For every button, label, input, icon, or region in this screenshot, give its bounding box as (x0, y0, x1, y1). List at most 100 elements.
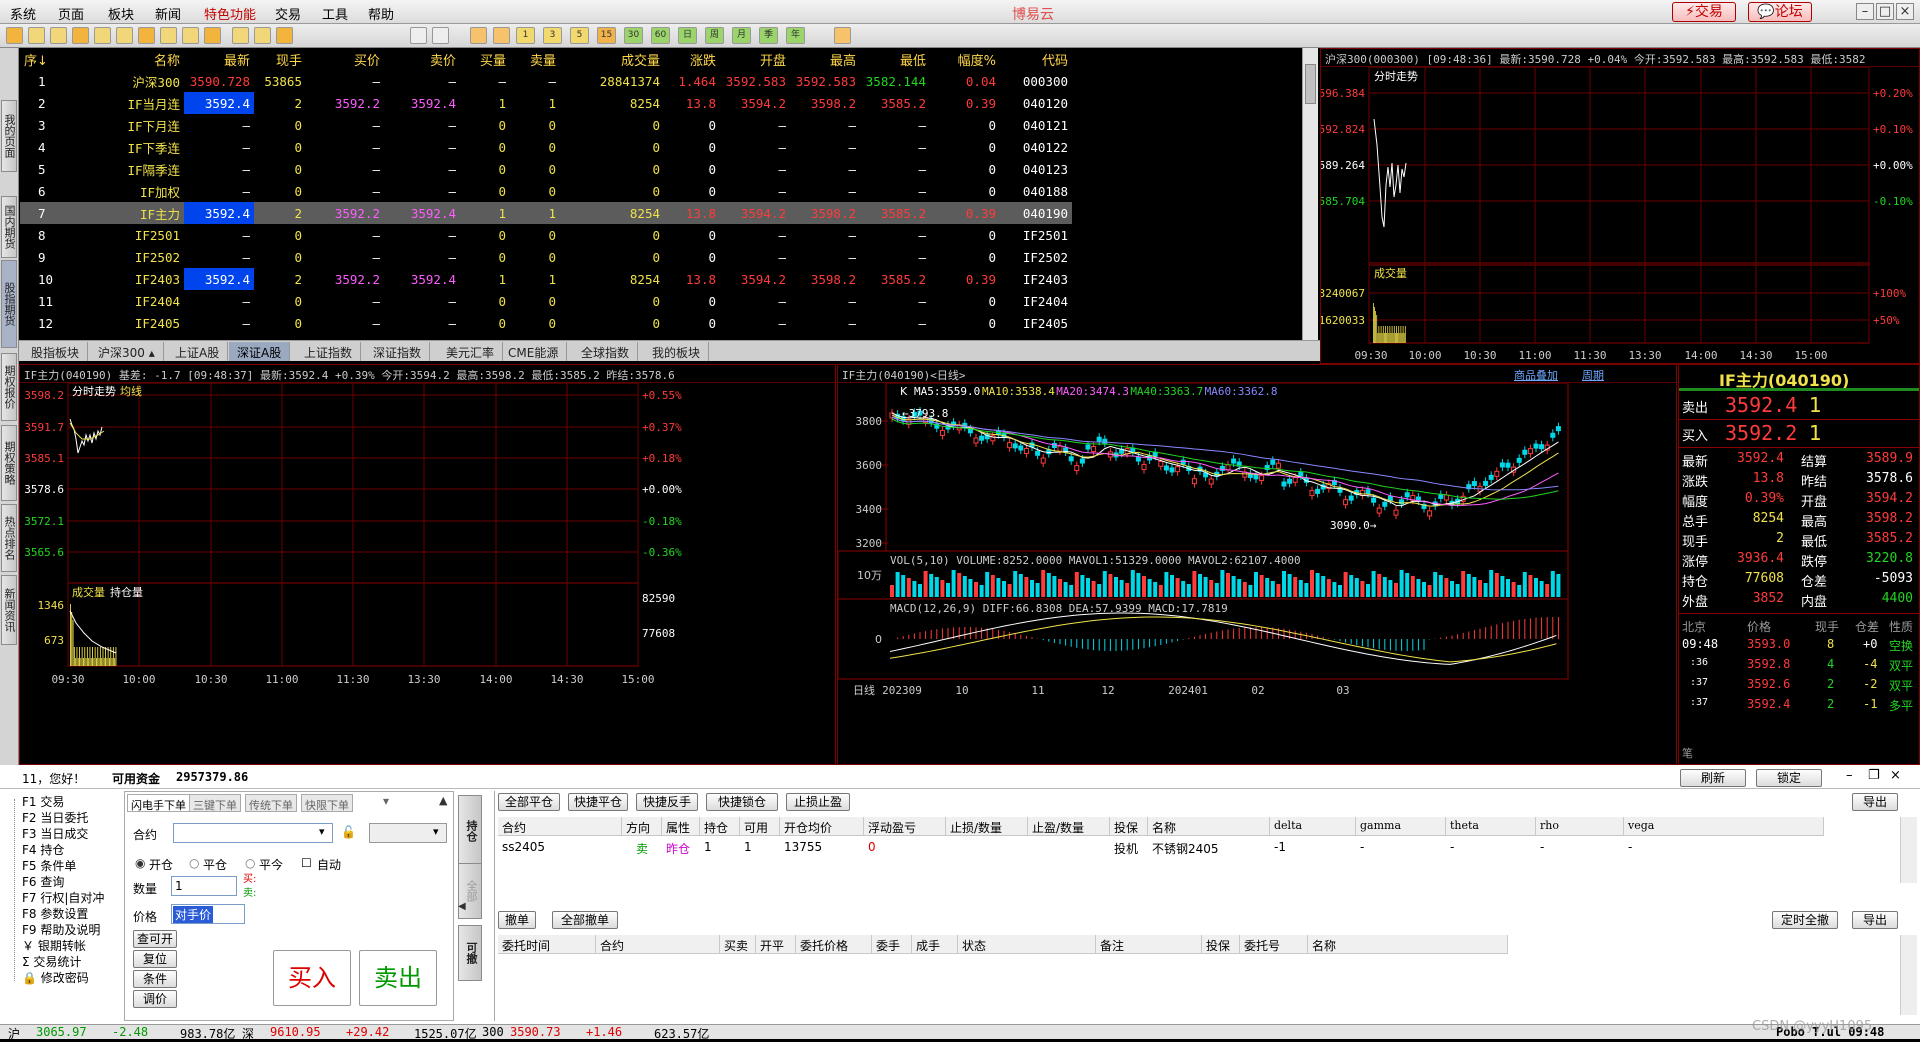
sell-price[interactable]: 3592.4 (1725, 393, 1797, 417)
menu-system[interactable]: 系统 (10, 4, 36, 23)
quote-row[interactable]: 8 IF2501 — 0 — — 0 0 0 0 — — — 0 IF2501 (20, 224, 1072, 246)
book-icon[interactable] (50, 27, 67, 44)
close-radio[interactable]: ○ (189, 856, 199, 870)
function-menu-item[interactable]: 🔒 修改密码 (22, 969, 89, 986)
col-header[interactable]: 序↓ (20, 48, 62, 70)
period-4-button[interactable]: 30 (624, 27, 643, 44)
pos-cell[interactable]: 投机 (1114, 840, 1138, 857)
export-button[interactable]: 导出 (1852, 793, 1898, 811)
left-tab-4[interactable]: 期权策略 (1, 425, 17, 501)
pos-col-header[interactable]: 名称 (1148, 817, 1270, 836)
order-col-header[interactable]: 委托价格 (796, 935, 872, 954)
order-col-header[interactable]: 名称 (1308, 935, 1508, 954)
pos-col-header[interactable]: 止损/数量 (946, 817, 1028, 836)
side-tab-2[interactable]: 可撤 (458, 925, 482, 981)
pos-scrollbar[interactable] (1900, 817, 1917, 883)
function-menu-item[interactable]: F2 当日委托 (22, 809, 88, 826)
pos-cell[interactable]: 卖 (636, 840, 648, 857)
sell-button[interactable]: 卖出 (359, 950, 437, 1006)
col-header[interactable]: 买价 (306, 48, 384, 70)
col-header[interactable]: 代码 (1000, 48, 1072, 70)
menu-news[interactable]: 新闻 (155, 4, 181, 23)
col-header[interactable]: 最低 (860, 48, 930, 70)
function-menu-item[interactable]: F8 参数设置 (22, 905, 88, 922)
col-header[interactable]: 最新 (184, 48, 254, 70)
minimize-icon[interactable]: – (1856, 3, 1874, 20)
function-menu-item[interactable]: F1 交易 (22, 793, 64, 810)
maximize-icon[interactable]: □ (1876, 3, 1894, 20)
sector-tab-5[interactable]: 深证指数 (365, 342, 431, 361)
chart-view-icon[interactable] (432, 27, 449, 44)
adj-button[interactable]: 调价 (133, 990, 177, 1008)
menu-help[interactable]: 帮助 (368, 4, 394, 23)
side-tab-0[interactable]: 持仓 (458, 795, 482, 867)
back-icon[interactable] (6, 27, 23, 44)
menu-tools[interactable]: 工具 (322, 4, 348, 23)
chevron-down-icon[interactable]: ▾ (319, 825, 325, 838)
left-tab-0[interactable]: 我的页面 (1, 100, 17, 172)
pos-col-header[interactable]: 持仓 (700, 817, 740, 836)
pen-icon[interactable] (160, 27, 177, 44)
pos-cell[interactable]: 昨仓 (666, 840, 690, 857)
day-icon[interactable] (493, 27, 510, 44)
sector-tab-6[interactable]: 美元汇率 (438, 342, 504, 361)
quote-row[interactable]: 10 IF2403 3592.4 2 3592.2 3592.4 1 1 8254 13.8 359… (20, 268, 1072, 290)
buy-button[interactable]: 买入 (273, 950, 351, 1006)
pos-cell[interactable]: 13755 (784, 840, 822, 854)
order-tab[interactable]: 三键下单 (189, 794, 241, 812)
pos-col-header[interactable]: 可用 (740, 817, 780, 836)
pos-col-header[interactable]: 属性 (662, 817, 700, 836)
order-col-header[interactable]: 投保 (1202, 935, 1240, 954)
refresh-button[interactable]: 刷新 (1680, 769, 1746, 787)
function-menu-item[interactable]: F9 帮助及说明 (22, 921, 100, 938)
home-icon[interactable] (28, 27, 45, 44)
close-icon[interactable]: × (1896, 3, 1914, 20)
quote-row[interactable]: 7 IF主力 3592.4 2 3592.2 3592.4 1 1 8254 13.8 3594.2… (20, 202, 1072, 224)
order-col-header[interactable]: 备注 (1096, 935, 1202, 954)
closetoday-radio[interactable]: ○ (245, 856, 255, 870)
reset-button[interactable]: 复位 (133, 950, 177, 968)
pos-cell[interactable]: - (1628, 840, 1632, 854)
col-header[interactable]: 卖价 (384, 48, 460, 70)
pos-col-header[interactable]: theta (1446, 817, 1536, 836)
menu-trade[interactable]: 交易 (275, 4, 301, 23)
period-6-button[interactable]: 日 (678, 27, 697, 44)
order-col-header[interactable]: 委托号 (1240, 935, 1308, 954)
minimize-icon[interactable]: – (1846, 768, 1853, 783)
quote-row[interactable]: 11 IF2404 — 0 — — 0 0 0 0 — — — 0 IF2404 (20, 290, 1072, 312)
left-tab-6[interactable]: 新闻资讯 (1, 575, 17, 645)
forum-top-button[interactable]: 💬论坛 (1748, 2, 1812, 22)
function-menu-item[interactable]: F6 查询 (22, 873, 64, 890)
news-icon[interactable] (94, 27, 111, 44)
pos-cell[interactable]: - (1540, 840, 1544, 854)
filter-icon[interactable] (204, 27, 221, 44)
auto-checkbox[interactable]: ☐ (301, 856, 312, 870)
overlay-link[interactable]: 商品叠加 (1514, 367, 1558, 383)
period-1-button[interactable]: 3 (543, 27, 562, 44)
order-col-header[interactable]: 成手 (912, 935, 958, 954)
order-tab[interactable]: 传统下单 (245, 794, 297, 812)
list-icon[interactable] (254, 27, 271, 44)
left-tab-5[interactable]: 热点排名 (1, 504, 17, 572)
col-header[interactable]: 涨跌 (664, 48, 720, 70)
order-col-header[interactable]: 委托时间 (498, 935, 596, 954)
contract-select[interactable] (173, 823, 333, 843)
quote-row[interactable]: 12 IF2405 — 0 — — 0 0 0 0 — — — 0 IF2405 (20, 312, 1072, 334)
pos-col-header[interactable]: 方向 (622, 817, 662, 836)
order-tab[interactable]: 快限下单 (301, 794, 353, 812)
quote-row[interactable]: 1 沪深300 3590.728 53865 — — — — 28841374 1.464 3592… (20, 70, 1072, 92)
order-col-header[interactable]: 状态 (958, 935, 1096, 954)
period-8-button[interactable]: 月 (732, 27, 751, 44)
table-view-icon[interactable] (410, 27, 427, 44)
bell-icon[interactable] (182, 27, 199, 44)
quote-row[interactable]: 2 IF当月连 3592.4 2 3592.2 3592.4 1 1 8254 13.8 3594.… (20, 92, 1072, 114)
pos-cell[interactable]: -1 (1274, 840, 1286, 854)
pos-col-header[interactable]: vega (1624, 817, 1824, 836)
menu-sector[interactable]: 板块 (108, 4, 134, 23)
buy-price[interactable]: 3592.2 (1725, 421, 1797, 445)
pos-col-header[interactable]: rho (1536, 817, 1624, 836)
pos-cell[interactable]: 0 (868, 840, 876, 854)
sector-tab-9[interactable]: 我的板块 (644, 342, 710, 361)
pos-cell[interactable]: 1 (704, 840, 712, 854)
quote-scrollbar[interactable] (1302, 48, 1318, 340)
